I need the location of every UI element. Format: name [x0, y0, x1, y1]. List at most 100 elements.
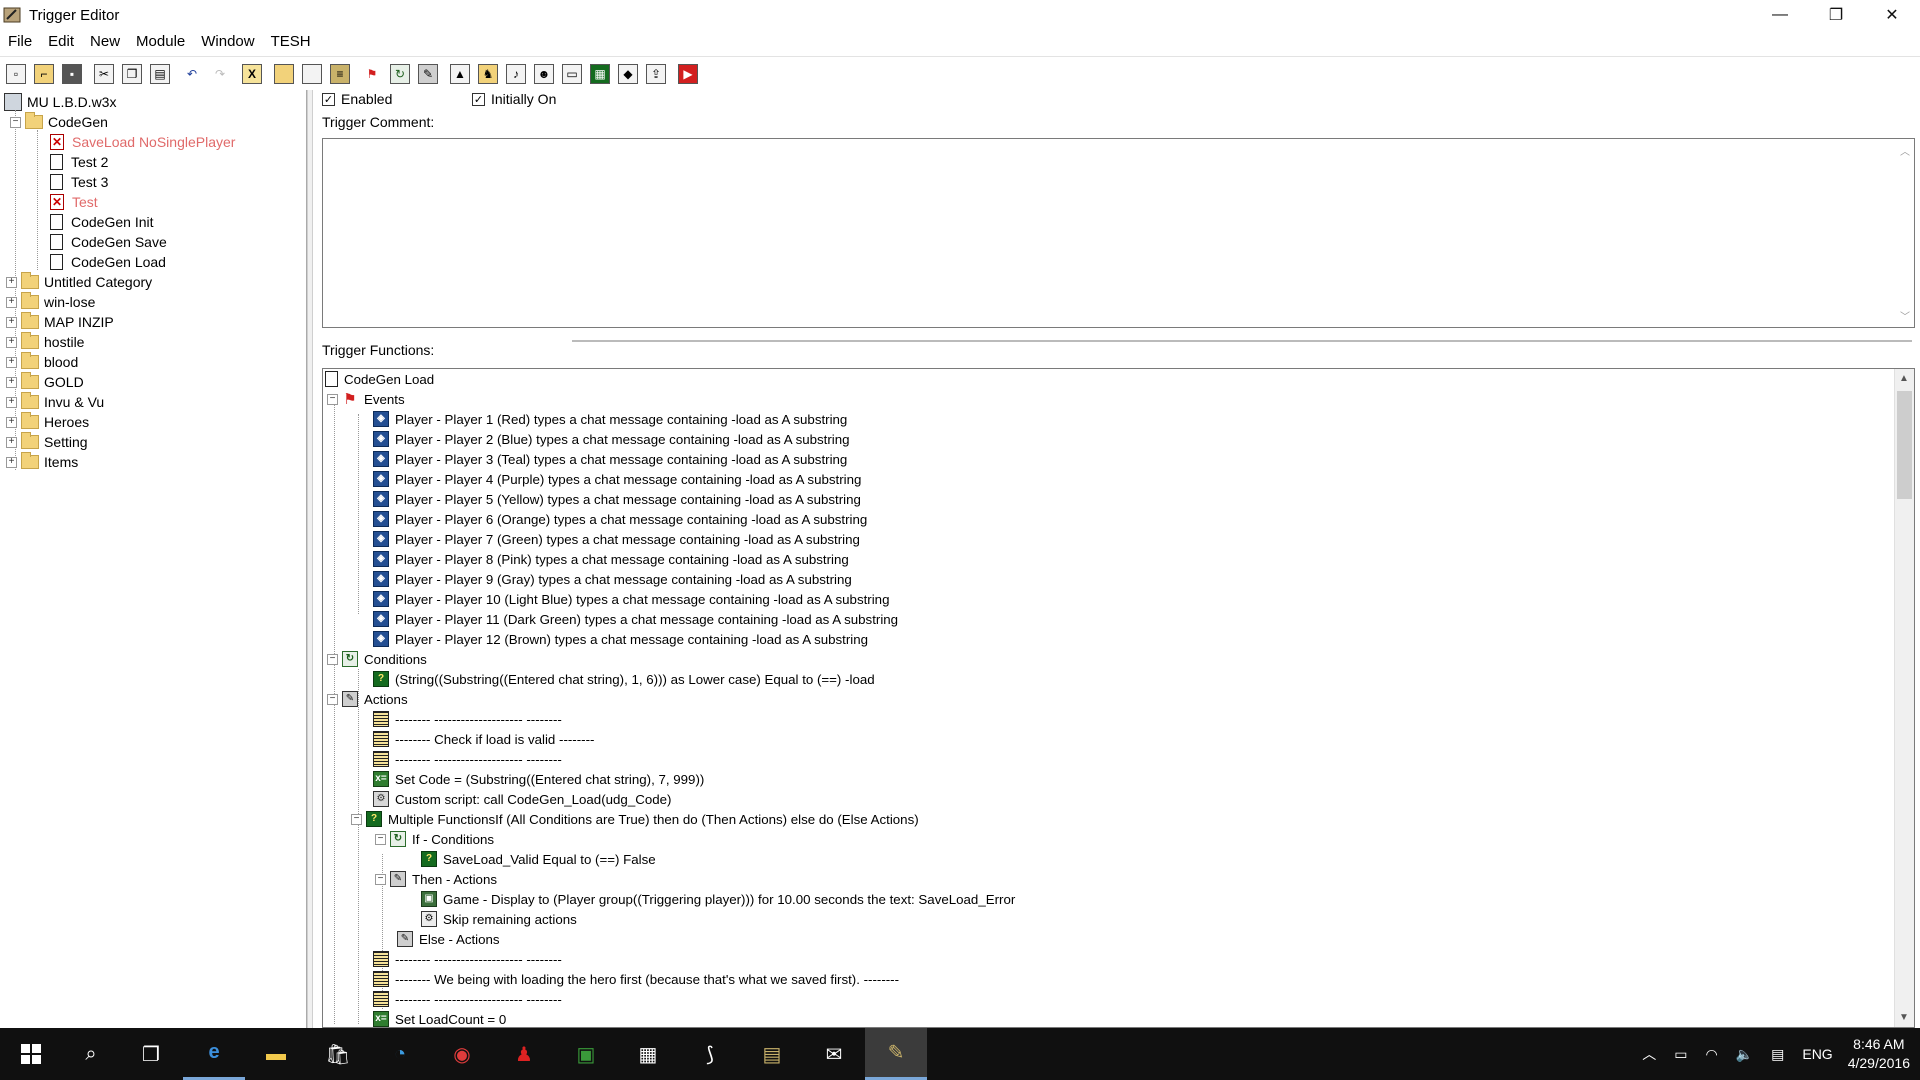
menu-module[interactable]: Module [128, 33, 193, 50]
cut-button[interactable]: ✂ [90, 60, 118, 88]
edge-button[interactable]: e [183, 1028, 245, 1080]
tree-trigger[interactable]: Test 2 [50, 152, 108, 172]
expand-icon[interactable]: + [6, 316, 17, 328]
condition-row[interactable]: ? SaveLoad_Valid Equal to (==) False [421, 849, 656, 869]
tree-folder[interactable]: + Setting [6, 432, 88, 452]
menu-file[interactable]: File [0, 33, 40, 50]
menu-window[interactable]: Window [193, 33, 262, 50]
tree-trigger[interactable]: CodeGen Save [50, 232, 167, 252]
action-row[interactable]: -------- -------------------- -------- [373, 949, 562, 969]
app-button[interactable]: ▣ [555, 1028, 617, 1080]
app-button[interactable]: ♟ [493, 1028, 555, 1080]
horizontal-splitter[interactable] [322, 338, 1915, 344]
tree-trigger[interactable]: ✕ Test [50, 192, 98, 212]
pane-splitter[interactable] [307, 90, 313, 1028]
import-manager-button[interactable]: ⇪ [642, 60, 670, 88]
terrain-editor-button[interactable]: ▲ [446, 60, 474, 88]
search-button[interactable]: ⌕ [60, 1028, 122, 1080]
action-row[interactable]: -------- Check if load is valid -------- [373, 729, 594, 749]
scroll-down-icon[interactable]: ▼ [1899, 1012, 1909, 1023]
functions-scrollbar[interactable]: ▲ ▼ [1894, 369, 1914, 1027]
tree-folder[interactable]: + Items [6, 452, 78, 472]
event-row[interactable]: ◈ Player - Player 5 (Yellow) types a chat… [373, 489, 861, 509]
collapse-icon[interactable]: − [327, 693, 338, 705]
enabled-checkbox[interactable]: ✓ Enabled [322, 90, 392, 108]
tree-folder[interactable]: + hostile [6, 332, 84, 352]
actions-node[interactable]: − ✎ Actions [327, 689, 408, 709]
collapse-icon[interactable]: − [351, 813, 362, 825]
multi-function-row[interactable]: −? Multiple FunctionsIf (All Conditions a… [351, 809, 919, 829]
paste-button[interactable]: ▤ [146, 60, 174, 88]
tree-trigger[interactable]: Test 3 [50, 172, 108, 192]
event-row[interactable]: ◈ Player - Player 2 (Blue) types a chat m… [373, 429, 850, 449]
tree-trigger[interactable]: CodeGen Init [50, 212, 154, 232]
campaign-editor-button[interactable]: ▭ [558, 60, 586, 88]
app-button[interactable]: ▤ [741, 1028, 803, 1080]
menu-edit[interactable]: Edit [40, 33, 82, 50]
test-map-button[interactable]: ▶ [674, 60, 702, 88]
action-row[interactable]: ⚙ Custom script: call CodeGen_Load(udg_Co… [373, 789, 671, 809]
scroll-up-icon[interactable]: ▲ [1899, 373, 1909, 384]
new-map-button[interactable]: ▫ [2, 60, 30, 88]
event-row[interactable]: ◈ Player - Player 1 (Red) types a chat me… [373, 409, 847, 429]
event-row[interactable]: ◈ Player - Player 6 (Orange) types a chat… [373, 509, 867, 529]
volume-icon[interactable]: 🔈 [1736, 1046, 1753, 1063]
tree-trigger-selected[interactable]: CodeGen Load [50, 252, 166, 272]
collapse-icon[interactable]: − [327, 393, 338, 405]
menu-new[interactable]: New [82, 33, 128, 50]
battery-icon[interactable]: ▭ [1674, 1046, 1687, 1063]
close-button[interactable]: ✕ [1864, 0, 1920, 30]
expand-icon[interactable]: + [6, 416, 17, 428]
scrollbar-thumb[interactable] [1897, 391, 1912, 499]
delete-button[interactable]: X [238, 60, 266, 88]
app-button[interactable]: ◔ [369, 1028, 431, 1080]
redo-button[interactable]: ↷ [206, 60, 234, 88]
ai-editor-button[interactable]: ▦ [586, 60, 614, 88]
action-row[interactable]: x= Set Code = (Substring((Entered chat st… [373, 769, 704, 789]
app-button[interactable]: ⟆ [679, 1028, 741, 1080]
action-row[interactable]: -------- We being with loading the hero … [373, 969, 899, 989]
network-icon[interactable]: ◠ [1705, 1046, 1717, 1063]
event-row[interactable]: ◈ Player - Player 8 (Pink) types a chat m… [373, 549, 849, 569]
object-editor-button[interactable]: ☻ [530, 60, 558, 88]
tree-folder-codegen[interactable]: − CodeGen [10, 112, 108, 132]
else-actions-node[interactable]: ✎ Else - Actions [397, 929, 500, 949]
undo-button[interactable]: ↶ [178, 60, 206, 88]
expand-icon[interactable]: + [6, 456, 17, 468]
sound-editor-button[interactable]: ♪ [502, 60, 530, 88]
event-row[interactable]: ◈ Player - Player 3 (Teal) types a chat m… [373, 449, 847, 469]
new-trigger-button[interactable] [298, 60, 326, 88]
menu-tesh[interactable]: TESH [263, 33, 319, 50]
new-action-button[interactable]: ✎ [414, 60, 442, 88]
restore-button[interactable]: ❐ [1808, 0, 1864, 30]
new-comment-button[interactable]: ≡ [326, 60, 354, 88]
trigger-editor-taskbar-button[interactable]: ✎ [865, 1028, 927, 1080]
tree-trigger[interactable]: ✕ SaveLoad NoSinglePlayer [50, 132, 235, 152]
file-explorer-button[interactable]: ▬ [245, 1028, 307, 1080]
new-category-button[interactable] [270, 60, 298, 88]
event-row[interactable]: ◈ Player - Player 11 (Dark Green) types a… [373, 609, 898, 629]
tree-folder[interactable]: + Heroes [6, 412, 89, 432]
tree-folder[interactable]: + Untitled Category [6, 272, 152, 292]
start-button[interactable] [0, 1028, 62, 1080]
collapse-icon[interactable]: − [327, 653, 338, 665]
tree-folder[interactable]: + GOLD [6, 372, 84, 392]
app-button[interactable]: ◉ [431, 1028, 493, 1080]
collapse-icon[interactable]: − [375, 873, 386, 885]
tree-folder[interactable]: + win-lose [6, 292, 95, 312]
expand-icon[interactable]: + [6, 396, 17, 408]
initially-on-checkbox[interactable]: ✓ Initially On [472, 90, 556, 108]
store-button[interactable]: 🛍 [307, 1028, 369, 1080]
action-row[interactable]: -------- -------------------- -------- [373, 749, 562, 769]
events-node[interactable]: − ⚑ Events [327, 389, 405, 409]
condition-row[interactable]: ? (String((Substring((Entered chat string… [373, 669, 875, 689]
comment-scrollbar[interactable]: ︿ ﹀ [1896, 139, 1914, 327]
copy-button[interactable]: ❐ [118, 60, 146, 88]
tree-folder[interactable]: + Invu & Vu [6, 392, 104, 412]
trigger-name-row[interactable]: CodeGen Load [325, 369, 434, 389]
tree-root[interactable]: MU L.B.D.w3x [4, 92, 116, 112]
event-row[interactable]: ◈ Player - Player 12 (Brown) types a chat… [373, 629, 868, 649]
event-row[interactable]: ◈ Player - Player 4 (Purple) types a chat… [373, 469, 861, 489]
then-actions-node[interactable]: − ✎ Then - Actions [375, 869, 497, 889]
action-row[interactable]: ⚙ Skip remaining actions [421, 909, 577, 929]
